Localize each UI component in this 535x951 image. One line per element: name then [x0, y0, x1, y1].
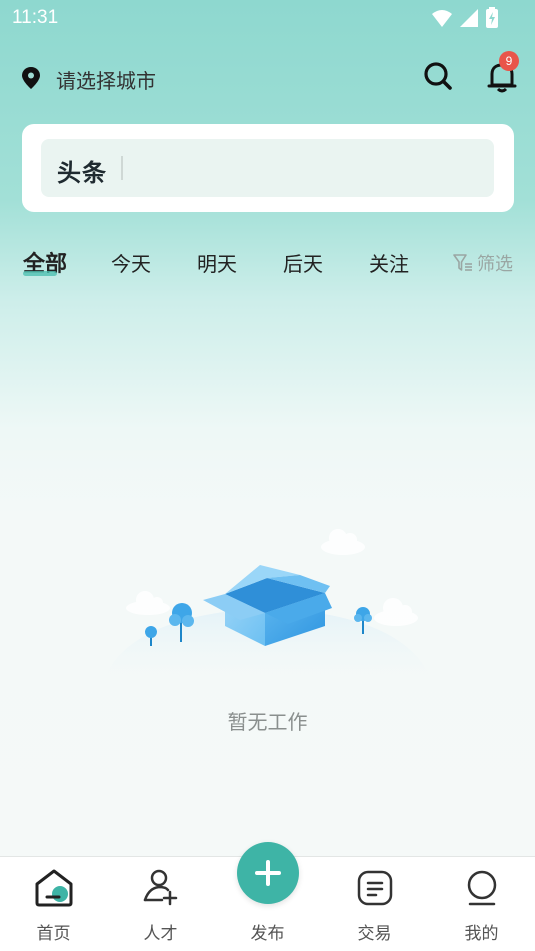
- publish-button[interactable]: [237, 842, 299, 904]
- tab-day-after[interactable]: 后天: [283, 248, 323, 277]
- nav-mine[interactable]: 我的: [428, 857, 535, 951]
- home-icon: [35, 869, 73, 907]
- tab-active-indicator: [23, 271, 57, 276]
- city-selector[interactable]: 请选择城市: [56, 65, 156, 94]
- search-icon[interactable]: [421, 59, 455, 93]
- status-icons: [431, 7, 499, 29]
- headline-card[interactable]: 头条: [22, 124, 514, 212]
- plus-icon: [255, 860, 281, 886]
- nav-home[interactable]: 首页: [0, 857, 107, 951]
- notification-badge: 9: [499, 51, 519, 71]
- location-pin-icon[interactable]: [20, 66, 42, 90]
- wifi-icon: [432, 10, 452, 27]
- document-icon: [357, 870, 393, 906]
- battery-icon: [486, 7, 498, 28]
- header: 请选择城市 9: [0, 51, 535, 101]
- empty-box-illustration: [100, 529, 435, 690]
- nav-trade[interactable]: 交易: [321, 857, 428, 951]
- tab-today[interactable]: 今天: [111, 248, 151, 277]
- status-time: 11:31: [12, 7, 59, 28]
- tab-following[interactable]: 关注: [369, 248, 409, 277]
- notification-button[interactable]: 9: [483, 51, 521, 95]
- nav-talent-label: 人才: [143, 924, 178, 944]
- signal-icon: [460, 9, 478, 27]
- filter-button[interactable]: 筛选: [453, 250, 513, 276]
- headline-banner[interactable]: 头条: [41, 139, 494, 197]
- empty-state-message: 暂无工作: [227, 710, 308, 734]
- headline-logo: 头条: [57, 159, 107, 187]
- tab-tomorrow[interactable]: 明天: [197, 248, 237, 277]
- nav-trade-label: 交易: [357, 924, 392, 944]
- nav-talent[interactable]: 人才: [107, 857, 214, 951]
- status-bar: 11:31: [0, 0, 535, 38]
- nav-home-label: 首页: [36, 924, 71, 944]
- filter-label: 筛选: [477, 254, 513, 275]
- nav-publish-label: 发布: [250, 924, 285, 944]
- date-tabs: 全部 今天 明天 后天 关注 筛选: [0, 243, 535, 283]
- headline-divider: [121, 156, 123, 180]
- profile-icon: [467, 870, 497, 906]
- nav-mine-label: 我的: [464, 924, 499, 944]
- add-person-icon: [143, 869, 178, 906]
- filter-icon: [453, 254, 472, 271]
